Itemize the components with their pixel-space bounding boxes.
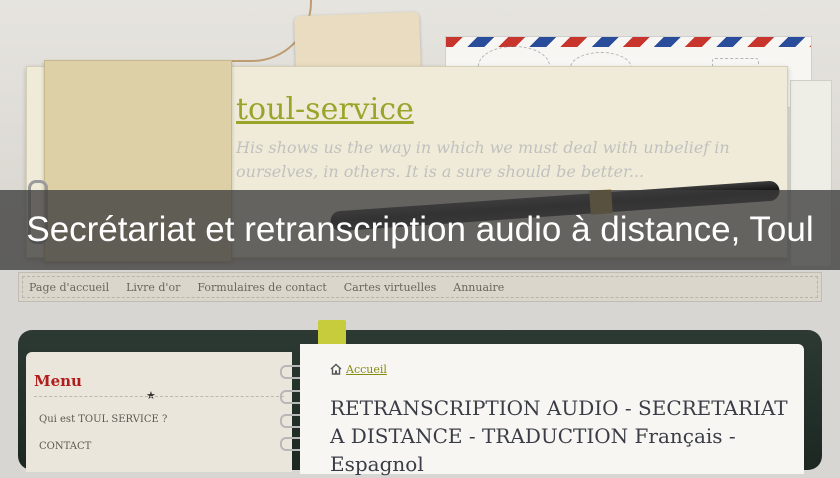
sidebar-divider [34,396,284,397]
sidebar-title: Menu [34,372,82,390]
banner-title: Secrétariat et retranscription audio à d… [26,210,814,249]
breadcrumb-home-link[interactable]: Accueil [346,363,387,376]
nav-item-directory[interactable]: Annuaire [453,281,504,294]
nav-item-guestbook[interactable]: Livre d'or [126,281,180,294]
page-heading: RETRANSCRIPTION AUDIO - SECRETARIAT A DI… [330,396,788,476]
sidebar-menu: Menu ★ Qui est TOUL SERVICE ? CONTACT [26,352,292,472]
sidebar-item-about[interactable]: Qui est TOUL SERVICE ? [39,414,167,425]
top-navigation-inner: Page d'accueil Livre d'or Formulaires de… [22,276,818,298]
home-icon [330,363,342,375]
paper-tag [294,11,421,75]
sidebar-item-contact[interactable]: CONTACT [39,441,91,452]
nav-item-contact-forms[interactable]: Formulaires de contact [197,281,326,294]
top-navigation: Page d'accueil Livre d'or Formulaires de… [18,272,822,302]
nav-item-virtual-cards[interactable]: Cartes virtuelles [344,281,437,294]
site-title[interactable]: toul-service [236,92,414,127]
nav-item-home[interactable]: Page d'accueil [29,281,109,294]
page-banner: Secrétariat et retranscription audio à d… [0,190,840,270]
